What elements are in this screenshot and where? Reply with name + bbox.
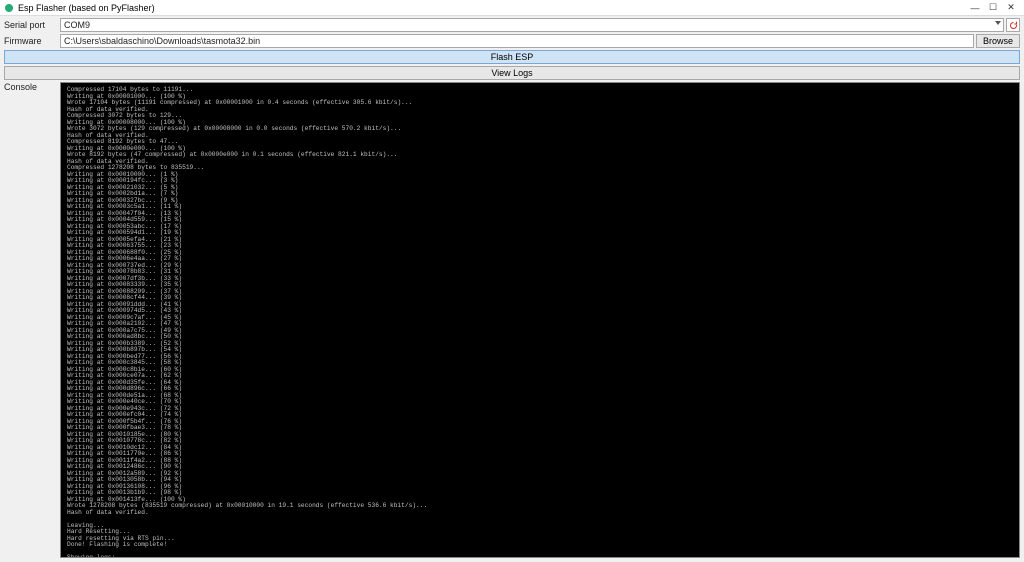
titlebar: Esp Flasher (based on PyFlasher) — ☐ ✕ <box>0 0 1024 16</box>
chevron-down-icon <box>995 21 1001 25</box>
console-output[interactable]: Compressed 17104 bytes to 11191... Writi… <box>60 82 1020 558</box>
serial-port-row: Serial port COM9 <box>4 18 1020 32</box>
refresh-ports-button[interactable] <box>1006 18 1020 32</box>
maximize-button[interactable]: ☐ <box>984 2 1002 13</box>
minimize-button[interactable]: — <box>966 3 984 13</box>
flash-esp-button[interactable]: Flash ESP <box>4 50 1020 64</box>
firmware-row: Firmware Browse <box>4 34 1020 48</box>
serial-port-select[interactable]: COM9 <box>60 18 1004 32</box>
close-button[interactable]: ✕ <box>1002 2 1020 13</box>
view-logs-button[interactable]: View Logs <box>4 66 1020 80</box>
firmware-path-input[interactable] <box>60 34 974 48</box>
form-area: Serial port COM9 Firmware Browse Flash E… <box>0 16 1024 82</box>
refresh-icon <box>1009 21 1018 30</box>
console-row: Console Compressed 17104 bytes to 11191.… <box>0 82 1024 562</box>
app-icon <box>4 3 14 13</box>
serial-port-select-wrap: COM9 <box>60 18 1004 32</box>
firmware-label: Firmware <box>4 36 60 46</box>
console-label: Console <box>4 82 60 558</box>
browse-button[interactable]: Browse <box>976 34 1020 48</box>
window-title: Esp Flasher (based on PyFlasher) <box>18 3 155 13</box>
serial-port-label: Serial port <box>4 20 60 30</box>
